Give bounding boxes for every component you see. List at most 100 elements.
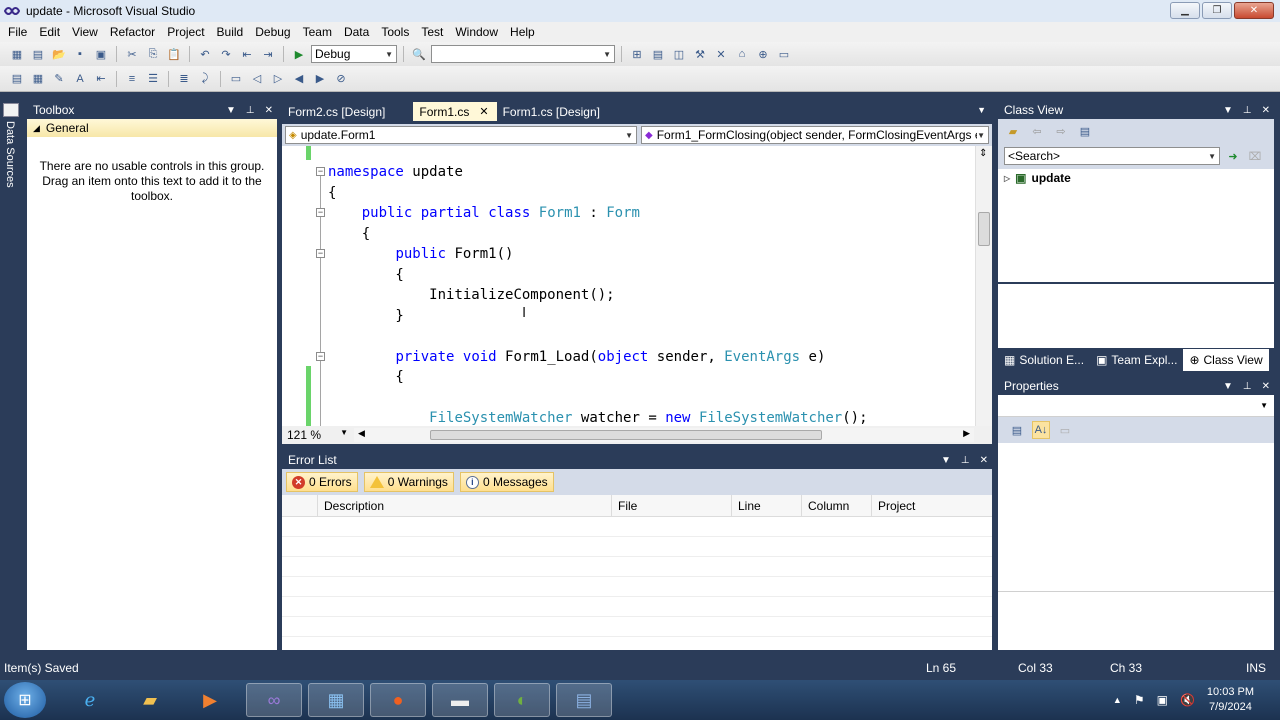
find-in-files-icon[interactable]: 🔍 bbox=[410, 45, 428, 63]
volume-muted-icon[interactable]: 🔇 bbox=[1180, 693, 1195, 707]
tree-item-update[interactable]: ▷ ▣ update bbox=[998, 169, 1274, 187]
forward-icon[interactable]: ⇨ bbox=[1052, 122, 1070, 140]
start-page-icon[interactable]: ⌂ bbox=[733, 45, 751, 63]
visual-studio-taskbar-icon[interactable]: ∞ bbox=[246, 683, 302, 717]
expand-icon[interactable]: ▷ bbox=[1004, 174, 1010, 183]
menu-edit[interactable]: Edit bbox=[33, 25, 66, 39]
tab-team-explorer[interactable]: ▣ Team Expl... bbox=[1090, 350, 1183, 370]
menu-data[interactable]: Data bbox=[338, 25, 375, 39]
new-project-icon[interactable]: ▦ bbox=[8, 45, 26, 63]
next-bookmark-folder-icon[interactable]: ▶ bbox=[311, 70, 329, 88]
property-pages-icon[interactable]: ▭ bbox=[1056, 421, 1074, 439]
minimize-button[interactable]: ▁ bbox=[1170, 2, 1200, 19]
column-header-project[interactable]: Project bbox=[872, 495, 992, 517]
increase-indent-icon[interactable]: ≡ bbox=[123, 70, 141, 88]
scroll-thumb[interactable] bbox=[430, 430, 822, 440]
save-icon[interactable]: ▪ bbox=[71, 45, 89, 63]
menu-window[interactable]: Window bbox=[449, 25, 504, 39]
display-parameter-info-icon[interactable]: ▦ bbox=[29, 70, 47, 88]
column-header-file[interactable]: File bbox=[612, 495, 732, 517]
auto-hide-pin-icon[interactable]: ⊥ bbox=[961, 455, 970, 466]
class-view-icon[interactable]: ⊕ bbox=[754, 45, 772, 63]
messages-filter-button[interactable]: i 0 Messages bbox=[459, 472, 554, 492]
paste-icon[interactable]: 📋 bbox=[165, 45, 183, 63]
code-editor[interactable]: − − − − namespace update { public partial… bbox=[282, 146, 992, 426]
alphabetical-icon[interactable]: A↓ bbox=[1032, 421, 1050, 439]
data-sources-strip[interactable]: Data Sources bbox=[0, 100, 22, 650]
bookmark-icon[interactable]: ▭ bbox=[227, 70, 245, 88]
new-folder-icon[interactable]: ▰ bbox=[1004, 122, 1022, 140]
network-icon[interactable]: ▣ bbox=[1157, 693, 1168, 707]
clock[interactable]: 10:03 PM 7/9/2024 bbox=[1207, 685, 1254, 715]
auto-hide-pin-icon[interactable]: ⊥ bbox=[1243, 105, 1252, 116]
comment-lines-icon[interactable]: ☰ bbox=[144, 70, 162, 88]
close-window-button[interactable]: ✕ bbox=[1234, 2, 1274, 19]
window-position-icon[interactable]: ▼ bbox=[226, 105, 236, 116]
back-icon[interactable]: ⇦ bbox=[1028, 122, 1046, 140]
close-tab-icon[interactable]: ✕ bbox=[479, 105, 488, 118]
menu-team[interactable]: Team bbox=[297, 25, 338, 39]
close-icon[interactable]: ✕ bbox=[980, 455, 988, 466]
errors-filter-button[interactable]: ✕ 0 Errors bbox=[286, 472, 358, 492]
clear-bookmarks-icon[interactable]: ⊘ bbox=[332, 70, 350, 88]
window-position-icon[interactable]: ▼ bbox=[1223, 381, 1233, 392]
toolbox-icon[interactable]: ⚒ bbox=[691, 45, 709, 63]
redo-icon[interactable]: ↷ bbox=[217, 45, 235, 63]
copy-icon[interactable]: ⎘ bbox=[144, 45, 162, 63]
cut-icon[interactable]: ✂ bbox=[123, 45, 141, 63]
warnings-filter-button[interactable]: 0 Warnings bbox=[363, 472, 454, 492]
menu-refactor[interactable]: Refactor bbox=[104, 25, 161, 39]
menu-build[interactable]: Build bbox=[211, 25, 250, 39]
clear-search-icon[interactable]: ⌧ bbox=[1246, 147, 1264, 165]
solution-explorer-icon[interactable]: ⊞ bbox=[628, 45, 646, 63]
display-quick-info-icon[interactable]: ✎ bbox=[50, 70, 68, 88]
tab-solution-explorer[interactable]: ▦ Solution E... bbox=[998, 350, 1090, 370]
navigate-back-icon[interactable]: ⇤ bbox=[238, 45, 256, 63]
vertical-scrollbar[interactable]: ⇕ bbox=[975, 146, 992, 426]
next-bookmark-icon[interactable]: ▷ bbox=[269, 70, 287, 88]
members-dropdown[interactable]: ◆ Form1_FormClosing(object sender, FormC… bbox=[641, 126, 989, 144]
properties-window-icon[interactable]: ▤ bbox=[649, 45, 667, 63]
previous-bookmark-icon[interactable]: ◁ bbox=[248, 70, 266, 88]
undo-icon[interactable]: ↶ bbox=[196, 45, 214, 63]
toolbox-group-general[interactable]: ◢ General bbox=[27, 119, 277, 137]
scroll-left-icon[interactable]: ◀ bbox=[358, 428, 365, 439]
window-position-icon[interactable]: ▼ bbox=[941, 455, 951, 466]
navigate-forward-icon[interactable]: ⇥ bbox=[259, 45, 277, 63]
file-explorer-icon[interactable]: ▰ bbox=[122, 683, 178, 717]
open-file-icon[interactable]: 📂 bbox=[50, 45, 68, 63]
column-header-description[interactable]: Description bbox=[318, 495, 612, 517]
collapse-region-icon[interactable]: − bbox=[316, 249, 325, 258]
collapse-region-icon[interactable]: − bbox=[316, 352, 325, 361]
collapse-region-icon[interactable]: − bbox=[316, 208, 325, 217]
zoom-control[interactable]: 121 % ▼ bbox=[282, 428, 354, 442]
chameleon-app-icon[interactable]: ◐ bbox=[494, 683, 550, 717]
solution-configuration-select[interactable]: Debug ▼ bbox=[311, 45, 397, 63]
tab-form2-design[interactable]: Form2.cs [Design] bbox=[282, 102, 393, 121]
object-selector[interactable]: ▼ bbox=[998, 395, 1274, 417]
previous-bookmark-folder-icon[interactable]: ◀ bbox=[290, 70, 308, 88]
window-position-icon[interactable]: ▼ bbox=[1223, 105, 1233, 116]
settings-icon[interactable]: ▤ bbox=[1076, 122, 1094, 140]
search-go-icon[interactable]: ➜ bbox=[1224, 147, 1242, 165]
tab-form1-cs[interactable]: Form1.cs ✕ bbox=[413, 102, 497, 121]
add-item-icon[interactable]: ▤ bbox=[29, 45, 47, 63]
data-sources-tab[interactable]: Data Sources bbox=[4, 121, 16, 188]
close-icon[interactable]: ✕ bbox=[1262, 105, 1270, 116]
search-input[interactable]: <Search> ▼ bbox=[1004, 147, 1220, 165]
media-player-icon[interactable]: ▶ bbox=[182, 683, 238, 717]
close-icon[interactable]: ✕ bbox=[265, 105, 273, 116]
tab-form1-design[interactable]: Form1.cs [Design] bbox=[497, 102, 608, 121]
horizontal-scrollbar[interactable]: ◀ ▶ bbox=[354, 428, 974, 442]
toggle-bookmark-icon[interactable]: ⤸ bbox=[196, 70, 214, 88]
window-app-taskbar-icon[interactable]: ▤ bbox=[556, 683, 612, 717]
code-text[interactable]: namespace update { public partial class F… bbox=[328, 162, 868, 426]
collapse-region-icon[interactable]: − bbox=[316, 167, 325, 176]
menu-debug[interactable]: Debug bbox=[249, 25, 296, 39]
command-prompt-icon[interactable]: ▬ bbox=[432, 683, 488, 717]
column-header-icon[interactable] bbox=[282, 495, 318, 517]
menu-tools[interactable]: Tools bbox=[375, 25, 415, 39]
scroll-thumb[interactable] bbox=[978, 212, 990, 246]
start-debugging-icon[interactable]: ▶ bbox=[290, 45, 308, 63]
save-all-icon[interactable]: ▣ bbox=[92, 45, 110, 63]
